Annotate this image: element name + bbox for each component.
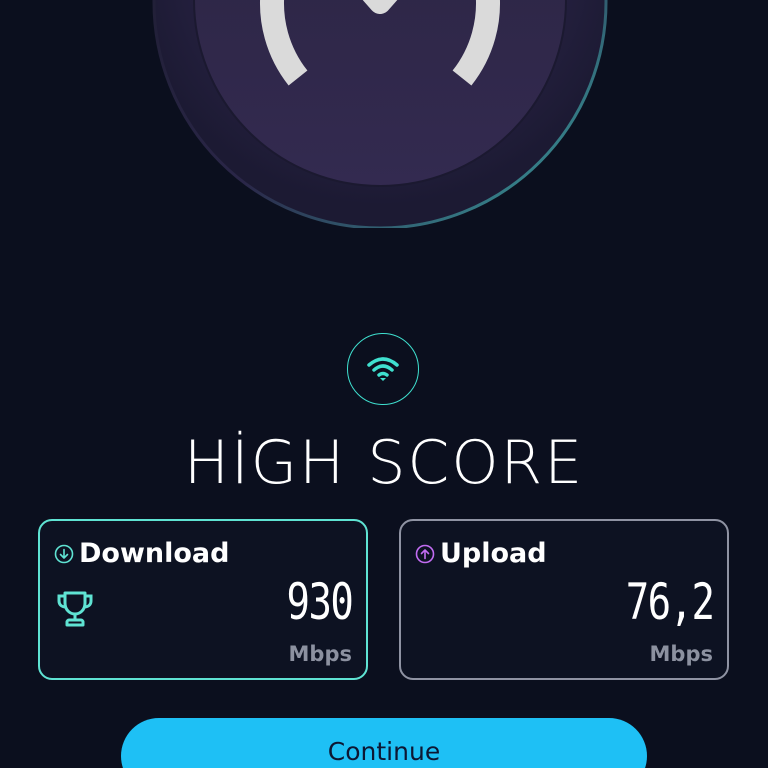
wifi-icon [367,357,399,381]
arrow-down-circle-icon [54,544,74,564]
upload-card: Upload 76,2 Mbps [399,519,729,680]
upload-unit: Mbps [649,642,713,666]
upload-label: Upload [440,538,547,569]
upload-value: 76,2 [625,573,714,631]
arrow-up-circle-icon [415,544,435,564]
download-card-header: Download [54,538,229,569]
wifi-badge [347,333,419,405]
gauge-graphic [152,0,608,228]
download-unit: Mbps [288,642,352,666]
trophy-icon [57,591,93,627]
upload-card-header: Upload [415,538,547,569]
speed-gauge [140,0,620,228]
score-title: HİGH SCORE [183,428,585,498]
continue-button[interactable]: Continue [121,718,647,768]
download-value: 930 [286,573,353,631]
download-card: Download 930 Mbps [38,519,368,680]
download-label: Download [79,538,230,569]
speed-test-result-screen: HİGH SCORE Download 930 Mbps Upload 76,2… [0,0,768,768]
